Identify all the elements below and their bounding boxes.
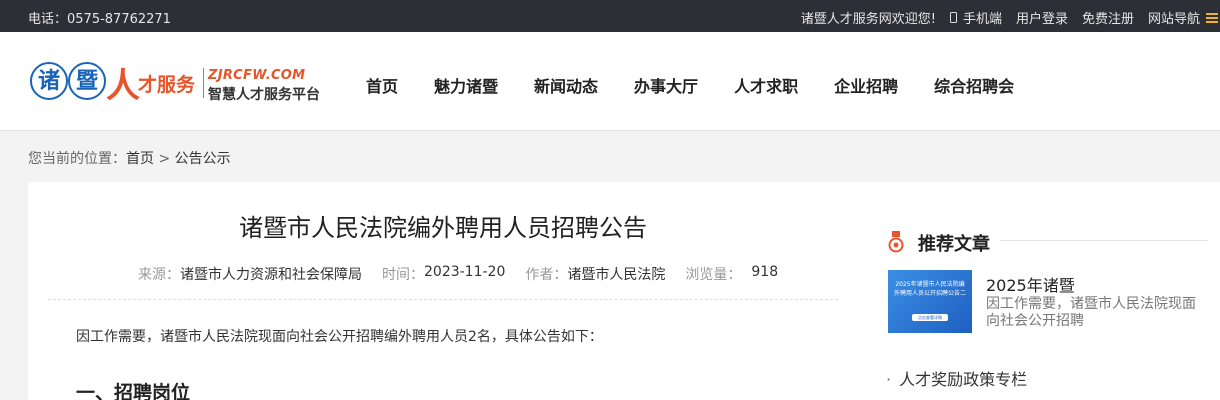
thumbnail-text: 2025年诸暨市人民法院编外聘用人员公开招聘公告二 (894, 281, 967, 297)
nav-service-hall[interactable]: 办事大厅 (634, 73, 698, 97)
site-header: 诸 暨 人 才服务 ZJRCFW.COM 智慧人才服务平台 首页 魅力诸暨 新闻… (0, 32, 1220, 131)
mobile-link[interactable]: 手机端 (949, 8, 1002, 27)
section-heading: 一、招聘岗位 (76, 382, 191, 400)
nav-job-seeking[interactable]: 人才求职 (734, 73, 798, 97)
recommended-article-desc: 因工作需要，诸暨市人民法院现面向社会公开招聘 (986, 296, 1196, 329)
views-label: 浏览量： (685, 267, 742, 283)
breadcrumb-prefix: 您当前的位置： (28, 151, 126, 167)
source-value: 诸暨市人力资源和社会保障局 (180, 267, 362, 283)
thumbnail-button: 点击查看详情 (912, 314, 948, 321)
top-bar-links: 诸暨人才服务网欢迎您! 手机端 用户登录 免费注册 网站导航 (787, 8, 1220, 27)
recommended-article-title[interactable]: 2025年诸暨 (986, 272, 1075, 296)
nav-charm-zhuji[interactable]: 魅力诸暨 (434, 73, 498, 97)
logo-slogan: 智慧人才服务平台 (208, 87, 320, 103)
article-meta: 来源： 诸暨市人力资源和社会保障局 时间： 2023-11-20 作者： 诸暨市… (138, 264, 798, 284)
recommended-article[interactable]: 2025年诸暨市人民法院编外聘用人员公开招聘公告二 点击查看详情 2025年诸暨… (888, 270, 1208, 333)
nav-home[interactable]: 首页 (366, 73, 398, 97)
nav-recruitment[interactable]: 企业招聘 (834, 73, 898, 97)
time-value: 2023-11-20 (424, 264, 506, 280)
welcome-text: 诸暨人才服务网欢迎您! (800, 12, 936, 27)
nav-job-fair[interactable]: 综合招聘会 (934, 73, 1014, 97)
views-value: 918 (751, 264, 779, 280)
top-bar: 电话：0575-87762271 诸暨人才服务网欢迎您! 手机端 用户登录 免费… (0, 0, 1220, 32)
menu-icon[interactable] (1206, 12, 1218, 23)
recommended-title: 推荐文章 (918, 234, 990, 255)
source-label: 来源： (138, 267, 180, 283)
recommended-header: 推荐文章 (888, 228, 1208, 255)
contact-phone: 电话：0575-87762271 (28, 12, 171, 27)
author-value: 诸暨市人民法院 (567, 267, 666, 283)
recommended-divider (1000, 240, 1208, 241)
logo-url: ZJRCFW.COM (208, 68, 306, 83)
breadcrumb-current[interactable]: 公告公示 (175, 151, 231, 167)
nav-news[interactable]: 新闻动态 (534, 73, 598, 97)
author-label: 作者： (525, 267, 568, 283)
login-link[interactable]: 用户登录 (1016, 8, 1068, 27)
breadcrumb-home[interactable]: 首页 (126, 151, 154, 167)
logo-char-zhu: 诸 (30, 62, 68, 100)
article-title: 诸暨市人民法院编外聘用人员招聘公告 (239, 214, 647, 242)
mobile-link-label: 手机端 (962, 12, 1002, 27)
logo-char-ren: 人 (106, 66, 140, 106)
logo-text: 才服务 (138, 74, 196, 96)
list-bullet: · (886, 370, 892, 389)
main-nav: 首页 魅力诸暨 新闻动态 办事大厅 人才求职 企业招聘 综合招聘会 (366, 73, 1050, 97)
time-label: 时间： (382, 267, 424, 283)
article-intro: 因工作需要，诸暨市人民法院现面向社会公开招聘编外聘用人员2名，具体公告如下： (76, 329, 603, 345)
logo-char-ji: 暨 (68, 62, 106, 100)
talent-policy-link[interactable]: · 人才奖励政策专栏 (886, 366, 1027, 390)
mobile-phone-icon (949, 12, 957, 23)
medal-icon (888, 231, 904, 253)
breadcrumb: 您当前的位置：首页 > 公告公示 (28, 148, 231, 168)
site-nav-link[interactable]: 网站导航 (1148, 8, 1200, 27)
site-logo[interactable]: 诸 暨 人 才服务 ZJRCFW.COM 智慧人才服务平台 (30, 62, 320, 106)
article-panel: 诸暨市人民法院编外聘用人员招聘公告 来源： 诸暨市人力资源和社会保障局 时间： … (28, 182, 1220, 400)
breadcrumb-separator: > (158, 151, 171, 167)
register-link[interactable]: 免费注册 (1082, 8, 1134, 27)
article-thumbnail[interactable]: 2025年诸暨市人民法院编外聘用人员公开招聘公告二 点击查看详情 (888, 270, 972, 333)
talent-policy-label: 人才奖励政策专栏 (899, 370, 1028, 389)
meta-divider (48, 299, 838, 300)
logo-separator (203, 68, 204, 98)
